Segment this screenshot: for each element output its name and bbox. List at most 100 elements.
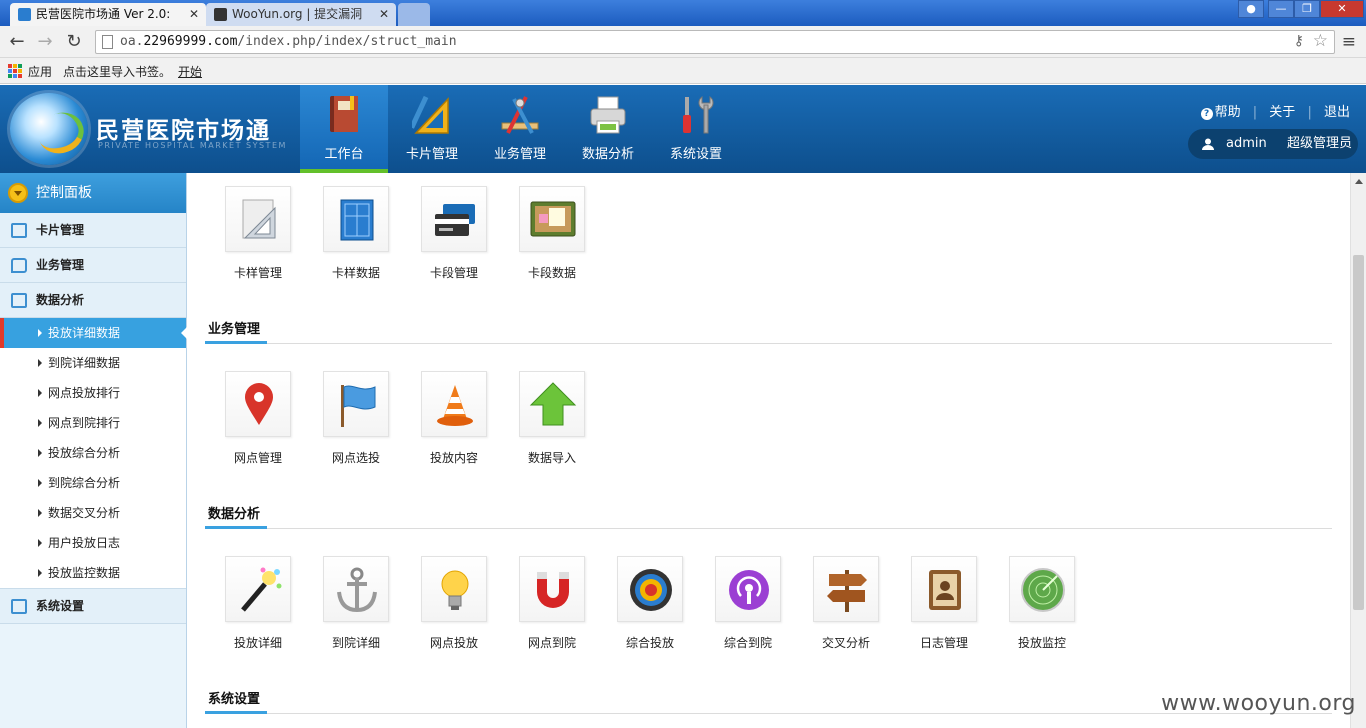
calendar-icon (11, 599, 27, 614)
tile-cross-analysis[interactable]: 交叉分析 (813, 556, 879, 650)
tile-outlet-selection[interactable]: 网点选投 (323, 371, 389, 465)
forward-arrow-icon[interactable]: → (34, 31, 56, 53)
tile-arrival-detail[interactable]: 到院详细 (323, 556, 389, 650)
nav-data-analysis[interactable]: 数据分析 (564, 85, 652, 173)
main-nav: 工作台 卡片管理 业务管理 数据分析 系统设置 (300, 85, 740, 173)
back-arrow-icon[interactable]: ← (6, 31, 28, 53)
username: admin (1226, 136, 1267, 151)
sidebar-group-label: 卡片管理 (36, 223, 85, 237)
tile-outlet-arrival[interactable]: 网点到院 (519, 556, 585, 650)
start-link[interactable]: 开始 (178, 63, 202, 80)
url-text[interactable]: oa.22969999.com/index.php/index/struct_m… (120, 34, 457, 49)
book-icon (330, 96, 358, 132)
close-icon[interactable]: ✕ (189, 3, 199, 25)
reload-icon[interactable]: ↻ (63, 31, 85, 53)
browser-tab-wooyun[interactable]: WooYun.org | 提交漏洞 ✕ (206, 3, 396, 26)
tile-log-management[interactable]: 日志管理 (911, 556, 977, 650)
sidebar-item-delivery-detail[interactable]: 投放详细数据 (0, 318, 187, 348)
apps-link[interactable]: 应用 (28, 63, 52, 80)
vertical-scrollbar[interactable] (1350, 173, 1366, 728)
help-link[interactable]: 帮助 (1215, 105, 1241, 120)
sidebar-item-arrival-detail[interactable]: 到院详细数据 (0, 348, 186, 378)
user-icon (1202, 138, 1214, 150)
tile-label: 投放监控 (1017, 636, 1066, 650)
collapse-toggle-icon[interactable] (8, 183, 28, 203)
anchor-icon (337, 567, 377, 613)
nav-card-management[interactable]: 卡片管理 (388, 85, 476, 173)
logout-link[interactable]: 退出 (1324, 105, 1350, 120)
control-panel-title: 控制面板 (36, 185, 92, 201)
sidebar-group-system[interactable]: 系统设置 (0, 589, 186, 624)
user-role: 超级管理员 (1287, 136, 1353, 151)
corkboard-icon (530, 201, 576, 237)
tile-delivery-detail[interactable]: 投放详细 (225, 556, 291, 650)
key-icon[interactable]: ⚷ (1294, 33, 1304, 49)
tile-label: 数据导入 (527, 451, 576, 465)
sidebar-item-user-delivery-log[interactable]: 用户投放日志 (0, 528, 186, 558)
tile-label: 网点到院 (527, 636, 576, 650)
main-content: 卡样管理 卡样数据 卡段管理 卡段数据 业务管理 网点管理 网点选投 投放内容 … (188, 173, 1350, 728)
browser-tab-active[interactable]: 民营医院市场通 Ver 2.0: ✕ (10, 3, 206, 26)
address-bar[interactable]: oa.22969999.com/index.php/index/struct_m… (95, 30, 1335, 54)
scroll-up-icon[interactable] (1355, 179, 1363, 184)
tile-label: 卡段管理 (429, 266, 478, 280)
nav-workbench[interactable]: 工作台 (300, 85, 388, 173)
user-profile-icon[interactable]: ● (1238, 0, 1264, 18)
watermark: www.wooyun.org (1161, 691, 1356, 716)
sidebar-item-outlet-delivery-rank[interactable]: 网点投放排行 (0, 378, 186, 408)
magic-wand-icon (241, 567, 282, 612)
list-icon (11, 223, 27, 238)
tile-data-import[interactable]: 数据导入 (519, 371, 585, 465)
new-tab-button[interactable] (398, 3, 430, 26)
tile-label: 网点选投 (331, 451, 380, 465)
traffic-cone-icon (437, 385, 473, 426)
nav-system-settings[interactable]: 系统设置 (652, 85, 740, 173)
tab-title: WooYun.org | 提交漏洞 (232, 7, 363, 21)
apps-grid-icon[interactable] (8, 64, 22, 78)
import-bookmarks-link[interactable]: 点击这里导入书签。 (63, 63, 171, 80)
edit-icon (11, 293, 27, 308)
tile-card-template-data[interactable]: 卡样数据 (323, 186, 389, 280)
sidebar-item-arrival-analysis[interactable]: 到院综合分析 (0, 468, 186, 498)
triangle-ruler-icon (412, 95, 449, 134)
sidebar-item-delivery-analysis[interactable]: 投放综合分析 (0, 438, 186, 468)
bookmark-star-icon[interactable]: ☆ (1313, 31, 1328, 51)
tile-delivery-content[interactable]: 投放内容 (421, 371, 487, 465)
section-title-business: 业务管理 (208, 322, 261, 337)
sidebar-group-analysis[interactable]: 数据分析 (0, 283, 186, 318)
chat-icon (11, 258, 27, 273)
tile-label: 网点管理 (233, 451, 282, 465)
scroll-thumb[interactable] (1353, 255, 1364, 610)
tile-label: 网点投放 (429, 636, 478, 650)
close-icon[interactable]: ✕ (379, 3, 389, 25)
maximize-icon[interactable]: ❐ (1294, 0, 1320, 18)
tile-delivery-monitor[interactable]: 投放监控 (1009, 556, 1075, 650)
tile-label: 投放详细 (233, 636, 282, 650)
printer-icon (590, 96, 626, 134)
sidebar-group-business[interactable]: 业务管理 (0, 248, 186, 283)
tile-label: 投放内容 (429, 451, 478, 465)
sidebar-item-cross-analysis[interactable]: 数据交叉分析 (0, 498, 186, 528)
cards-icon (435, 204, 475, 236)
sidebar-item-outlet-arrival-rank[interactable]: 网点到院排行 (0, 408, 186, 438)
tile-card-segment-data[interactable]: 卡段数据 (519, 186, 585, 280)
minimize-icon[interactable]: — (1268, 0, 1294, 18)
tile-card-segment[interactable]: 卡段管理 (421, 186, 487, 280)
drafting-tools-icon (501, 96, 539, 134)
menu-icon[interactable]: ≡ (1342, 32, 1356, 52)
sidebar-group-label: 数据分析 (36, 293, 85, 307)
nav-business-management[interactable]: 业务管理 (476, 85, 564, 173)
tile-overall-arrival[interactable]: 综合到院 (715, 556, 781, 650)
tile-outlet-delivery[interactable]: 网点投放 (421, 556, 487, 650)
nav-label: 业务管理 (493, 147, 546, 162)
tile-card-template[interactable]: 卡样管理 (225, 186, 291, 280)
window-close-icon[interactable]: ✕ (1320, 0, 1364, 18)
sidebar-item-delivery-monitor[interactable]: 投放监控数据 (0, 558, 186, 588)
radar-icon (1021, 568, 1065, 612)
tile-outlet-management[interactable]: 网点管理 (225, 371, 291, 465)
tile-overall-delivery[interactable]: 综合投放 (617, 556, 683, 650)
control-panel-header[interactable]: 控制面板 (0, 173, 186, 213)
browser-toolbar: ← → ↻ oa.22969999.com/index.php/index/st… (0, 26, 1366, 58)
about-link[interactable]: 关于 (1269, 105, 1295, 120)
sidebar-group-card[interactable]: 卡片管理 (0, 213, 186, 248)
